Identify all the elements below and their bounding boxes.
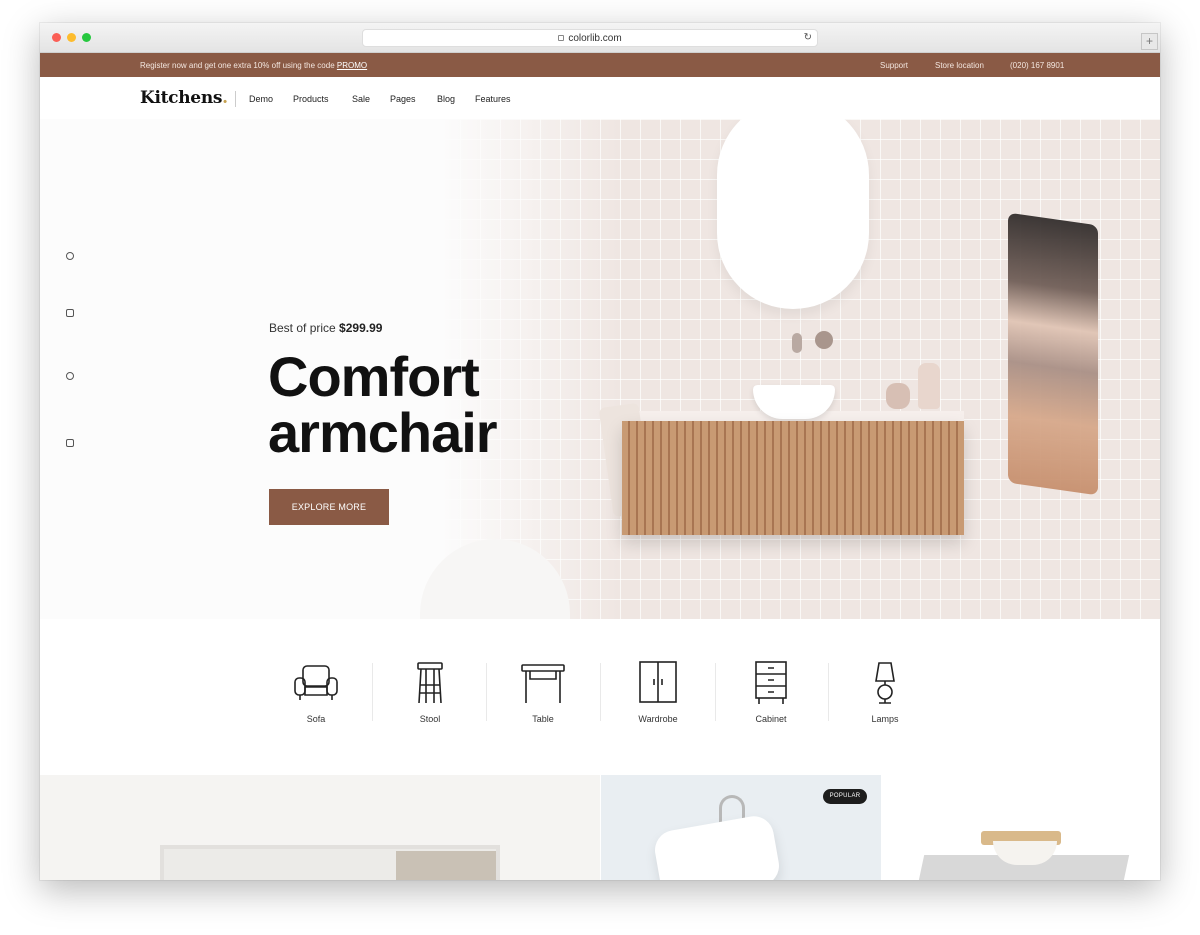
- hero-title-line1: Comfort: [268, 345, 480, 408]
- hero-faucet: [792, 333, 802, 353]
- hero-price: Best of price $299.99: [269, 321, 382, 335]
- hero-title: Comfort armchair: [268, 345, 498, 464]
- newtab-icon[interactable]: +: [1141, 33, 1158, 50]
- nav-item-sale[interactable]: Sale: [352, 94, 370, 104]
- hero-banner: Best of price $299.99 Comfort armchair E…: [40, 119, 1160, 619]
- nav-item-features[interactable]: Features: [475, 94, 511, 104]
- product-card[interactable]: [881, 775, 1160, 880]
- nav-item-pages[interactable]: Pages: [390, 94, 416, 104]
- main-nav: Kitchens. Demo Products Sale Pages Blog …: [40, 77, 1160, 119]
- hero-title-line2: armchair: [268, 401, 498, 464]
- nav-divider: [235, 91, 236, 107]
- hero-faucet-knob: [815, 331, 833, 349]
- category-label: Lamps: [871, 714, 899, 724]
- product-image-detail: [396, 851, 496, 880]
- support-link[interactable]: Support: [880, 61, 908, 70]
- lamp-icon: [875, 662, 895, 704]
- nav-item-products[interactable]: Products: [293, 94, 329, 104]
- stool-icon: [417, 662, 443, 704]
- category-stool[interactable]: Stool: [390, 661, 470, 731]
- url-text: colorlib.com: [568, 33, 622, 44]
- hero-cabinet: [622, 421, 964, 535]
- promo-code-link[interactable]: PROMO: [337, 61, 367, 70]
- promo-text: Register now and get one extra 10% off u…: [140, 61, 335, 70]
- category-label: Sofa: [306, 714, 326, 724]
- category-label: Stool: [419, 714, 441, 724]
- product-grid: POPULAR: [40, 775, 1160, 880]
- hero-towel: [1008, 212, 1098, 496]
- category-cabinet[interactable]: Cabinet: [731, 661, 811, 731]
- category-divider: [486, 663, 487, 721]
- social-icon[interactable]: [66, 372, 74, 380]
- nav-item-blog[interactable]: Blog: [437, 94, 455, 104]
- browser-window: colorlib.com ↻ + Register now and get on…: [40, 23, 1160, 880]
- category-strip: Sofa Stool Table Wardrobe Cabinet Lamps: [40, 619, 1160, 775]
- category-label: Wardrobe: [638, 714, 678, 724]
- promo-message: Register now and get one extra 10% off u…: [140, 61, 367, 70]
- explore-more-button[interactable]: EXPLORE MORE: [269, 489, 389, 525]
- price-value: $299.99: [339, 321, 383, 335]
- sofa-icon: [294, 665, 338, 700]
- promo-topbar: Register now and get one extra 10% off u…: [40, 53, 1160, 77]
- social-icon[interactable]: [66, 252, 74, 260]
- maximize-window-button[interactable]: [82, 33, 91, 42]
- category-lamps[interactable]: Lamps: [845, 661, 925, 731]
- cabinet-icon: [755, 661, 787, 704]
- category-sofa[interactable]: Sofa: [276, 661, 356, 731]
- product-card[interactable]: [40, 775, 600, 880]
- social-icon[interactable]: [66, 309, 74, 317]
- category-divider: [372, 663, 373, 721]
- category-divider: [715, 663, 716, 721]
- logo-text: Kitchens: [140, 88, 223, 108]
- minimize-window-button[interactable]: [67, 33, 76, 42]
- browser-titlebar: colorlib.com ↻ +: [40, 23, 1160, 53]
- price-label: Best of price: [269, 321, 336, 335]
- address-bar[interactable]: colorlib.com ↻: [362, 29, 818, 47]
- category-wardrobe[interactable]: Wardrobe: [618, 661, 698, 731]
- hero-bottle: [918, 363, 940, 409]
- reload-icon[interactable]: ↻: [804, 32, 812, 43]
- table-icon: [521, 664, 565, 703]
- category-label: Table: [532, 714, 554, 724]
- product-image-sink: [651, 813, 783, 880]
- lock-icon: [558, 35, 565, 41]
- site-logo[interactable]: Kitchens.: [140, 88, 228, 108]
- popular-badge: POPULAR: [823, 789, 867, 804]
- hero-mirror: [717, 119, 869, 309]
- social-icon[interactable]: [66, 439, 74, 447]
- category-label: Cabinet: [755, 714, 787, 724]
- phone-link[interactable]: (020) 167 8901: [1010, 61, 1064, 70]
- logo-dot: .: [222, 88, 228, 108]
- close-window-button[interactable]: [52, 33, 61, 42]
- category-table[interactable]: Table: [503, 661, 583, 731]
- nav-item-demo[interactable]: Demo: [249, 94, 273, 104]
- store-location-link[interactable]: Store location: [935, 61, 984, 70]
- wardrobe-icon: [639, 661, 677, 703]
- category-divider: [828, 663, 829, 721]
- hero-vase: [886, 383, 910, 409]
- category-divider: [600, 663, 601, 721]
